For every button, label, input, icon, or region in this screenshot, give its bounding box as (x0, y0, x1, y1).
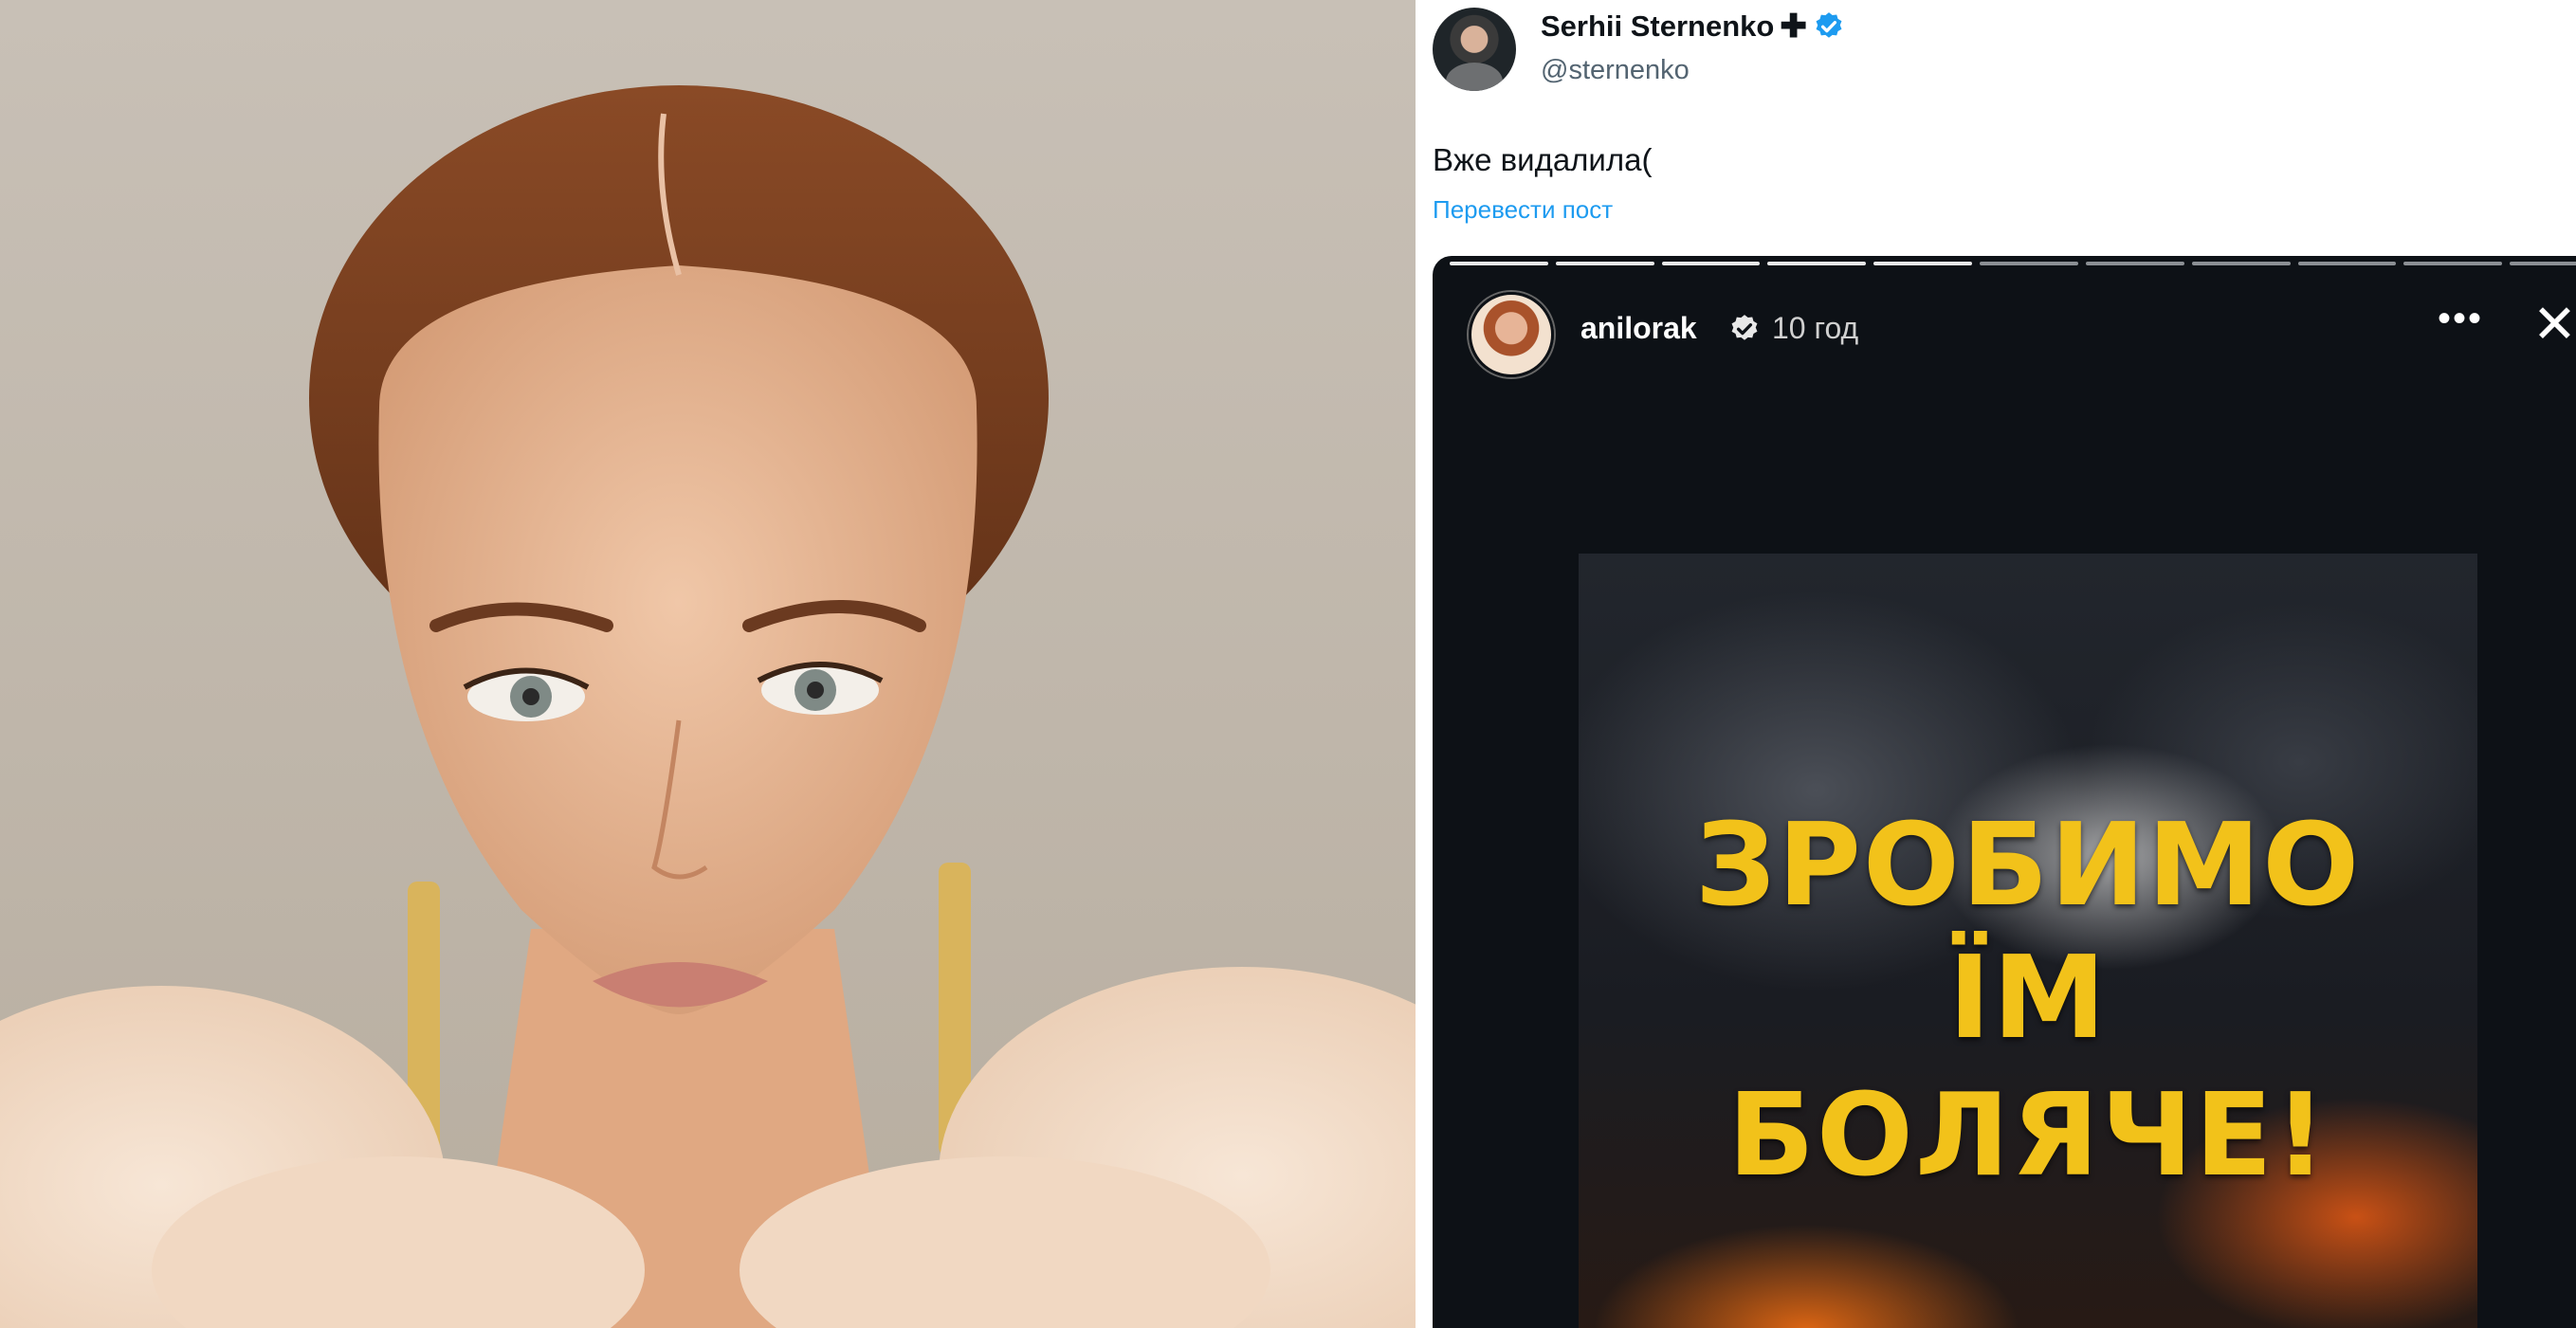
headline-line-1: ЗРОБИМО (1694, 800, 2362, 932)
story-progress-segment (2297, 262, 2397, 265)
plus-icon: ✚ (1780, 9, 1807, 45)
author-name-row: Serhii Sternenko ✚ (1541, 9, 1845, 44)
embedded-story-screenshot[interactable]: anilorak 10 год ••• ✕ ЗРОБИМО ЇМ БОЛЯЧЕ! (1433, 256, 2576, 1328)
portrait-photo (0, 0, 1416, 1328)
avatar-shirt (1446, 63, 1503, 91)
story-progress-segment (2510, 262, 2576, 265)
author-display-name[interactable]: Serhii Sternenko (1541, 9, 1774, 44)
story-progress-segment (2085, 262, 2184, 265)
more-options-icon: ••• (2438, 298, 2484, 339)
story-image-explosion: ЗРОБИМО ЇМ БОЛЯЧЕ! (1579, 554, 2477, 1328)
story-progress-segment (1555, 262, 1654, 265)
headline-line-3: БОЛЯЧЕ! (1727, 1070, 2329, 1202)
story-author-avatar (1469, 292, 1554, 377)
story-progress-segment (1767, 262, 1867, 265)
story-timestamp: 10 год (1772, 311, 1859, 345)
story-progress-segment (2191, 262, 2291, 265)
story-progress-segment (2403, 262, 2503, 265)
story-verified-icon (1731, 315, 1758, 340)
headline-line-2: ЇМ (1947, 933, 2109, 1064)
woman-portrait-illustration (0, 85, 1416, 1328)
author-handle[interactable]: @sternenko (1541, 55, 1690, 86)
story-progress-segment (1980, 262, 2078, 265)
story-username: anilorak (1580, 311, 1697, 345)
verified-badge-icon (1816, 12, 1842, 38)
tweet-card: Serhii Sternenko ✚ @sternenko Вже видали… (1419, 0, 2576, 1328)
story-progress-bar (1450, 262, 2576, 265)
close-icon: ✕ (2532, 294, 2576, 354)
story-progress-segment (1661, 262, 1761, 265)
story-progress-segment (1873, 262, 1973, 265)
translate-post-link[interactable]: Перевести пост (1433, 195, 1613, 225)
story-progress-segment (1450, 262, 1548, 265)
author-avatar[interactable] (1433, 8, 1516, 91)
post-text: Вже видалила( (1433, 142, 1653, 177)
